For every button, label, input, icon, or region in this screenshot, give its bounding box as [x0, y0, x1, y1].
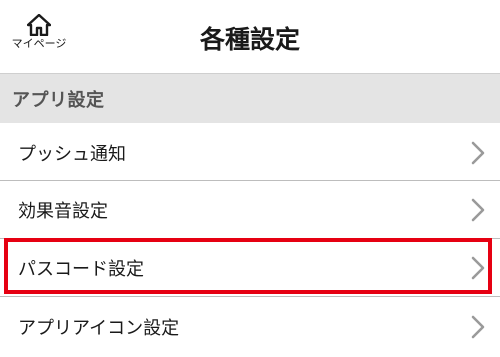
settings-item-label: 効果音設定 [18, 200, 108, 222]
settings-item-label: プッシュ通知 [18, 143, 126, 165]
settings-item-label: パスコード設定 [18, 258, 144, 280]
chevron-right-icon [471, 256, 485, 279]
section-header-app-settings: アプリ設定 [0, 73, 500, 123]
settings-item-label: アプリアイコン設定 [18, 318, 180, 339]
section-label: アプリ設定 [12, 89, 105, 111]
settings-item-app-icon[interactable]: アプリアイコン設定 [0, 297, 500, 357]
settings-item-passcode[interactable]: パスコード設定 [0, 239, 500, 296]
settings-item-sound-effects[interactable]: 効果音設定 [0, 181, 500, 238]
chevron-right-icon [471, 141, 485, 164]
header-bar: マイページ 各種設定 [0, 0, 500, 72]
chevron-right-icon [471, 198, 485, 221]
chevron-right-icon [471, 315, 485, 339]
settings-item-push-notification[interactable]: プッシュ通知 [0, 124, 500, 181]
settings-screen: マイページ 各種設定 アプリ設定 プッシュ通知 効果音設定 パスコード設定 アプ… [0, 0, 500, 357]
page-title: 各種設定 [199, 25, 300, 54]
